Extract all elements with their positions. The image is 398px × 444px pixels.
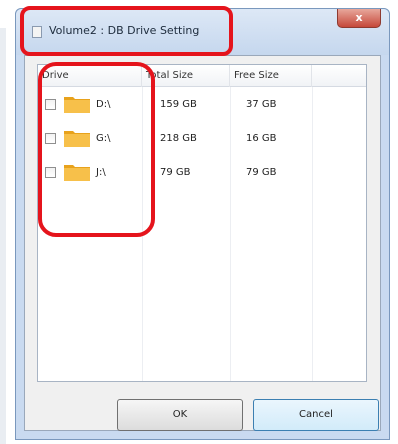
total-size: 79 GB bbox=[160, 167, 191, 178]
background-edge bbox=[0, 28, 6, 444]
drive-highlight-annotation bbox=[38, 62, 155, 237]
title-highlight-annotation bbox=[20, 6, 233, 56]
total-size: 218 GB bbox=[160, 133, 197, 144]
total-size: 159 GB bbox=[160, 99, 197, 110]
free-size: 79 GB bbox=[246, 167, 277, 178]
column-header-free-size[interactable]: Free Size bbox=[230, 65, 312, 87]
ok-button[interactable]: OK bbox=[117, 399, 243, 431]
close-button[interactable]: x bbox=[337, 9, 381, 28]
free-size: 37 GB bbox=[246, 99, 277, 110]
cancel-button[interactable]: Cancel bbox=[253, 399, 379, 431]
free-size: 16 GB bbox=[246, 133, 277, 144]
column-header-total-size[interactable]: Total Size bbox=[142, 65, 230, 87]
column-header-empty bbox=[312, 65, 366, 87]
close-icon: x bbox=[355, 11, 363, 24]
